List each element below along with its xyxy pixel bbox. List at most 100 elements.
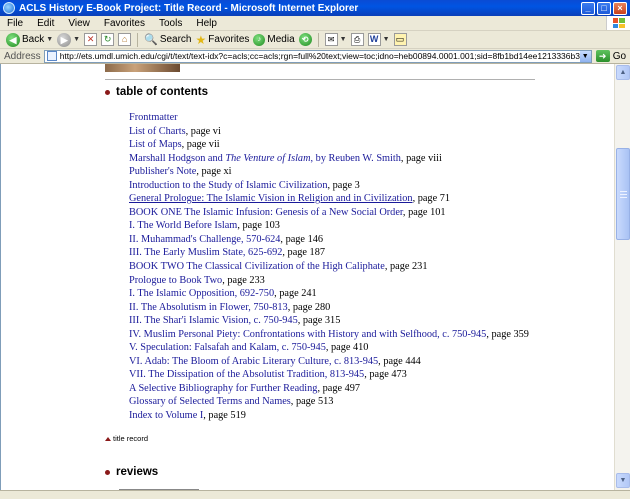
toc-heading-text: table of contents (116, 86, 209, 98)
go-button[interactable]: ➜ Go (595, 50, 626, 62)
scroll-thumb[interactable] (616, 148, 630, 240)
search-button[interactable]: 🔍 Search (144, 33, 191, 46)
toc-link[interactable]: Introduction to the Study of Islamic Civ… (129, 180, 327, 191)
toc-link[interactable]: II. Muhammad's Challenge, 570-624 (129, 234, 280, 245)
mail-button[interactable]: ✉ ▼ (324, 33, 347, 46)
edit-button[interactable]: W ▼ (367, 33, 390, 46)
menu-edit[interactable]: Edit (30, 18, 61, 29)
toc-link[interactable]: BOOK ONE The Islamic Infusion: Genesis o… (129, 207, 403, 218)
minimize-button[interactable]: _ (581, 1, 595, 15)
toc-item: Frontmatter (129, 111, 529, 125)
toc-item: BOOK TWO The Classical Civilization of t… (129, 260, 529, 274)
title-record-backlink[interactable]: title record (105, 434, 148, 443)
chevron-down-icon[interactable]: ▼ (73, 36, 80, 43)
toc-item: General Prologue: The Islamic Vision in … (129, 192, 529, 206)
toc-item: Glossary of Selected Terms and Names, pa… (129, 395, 529, 409)
print-icon[interactable]: ⎙ (350, 33, 364, 46)
refresh-icon[interactable]: ↻ (101, 33, 115, 46)
toc-item: V. Speculation: Falsafah and Kalam, c. 7… (129, 341, 529, 355)
toc-item: VI. Adab: The Bloom of Arabic Literary C… (129, 355, 529, 369)
toc-page-ref: , page 103 (237, 220, 280, 232)
toc-link[interactable]: III. The Early Muslim State, 625-692 (129, 247, 282, 258)
close-button[interactable]: × (613, 1, 627, 15)
menu-view[interactable]: View (61, 18, 97, 29)
toc-page-ref: , page 280 (287, 301, 331, 313)
menu-help[interactable]: Help (189, 18, 224, 29)
toc-page-ref: , page 233 (222, 274, 265, 286)
toc-item: Index to Volume I, page 519 (129, 409, 529, 423)
toc-page-ref: , page 187 (282, 247, 325, 259)
forward-arrow-icon: ▶ (57, 32, 72, 47)
maximize-button[interactable]: □ (597, 1, 611, 15)
toc-page-ref: , page 146 (280, 233, 324, 245)
toc-link[interactable]: BOOK TWO The Classical Civilization of t… (129, 261, 385, 272)
menu-file[interactable]: File (0, 18, 30, 29)
status-bar (0, 490, 630, 499)
stop-icon[interactable]: ✕ (84, 33, 98, 46)
windows-logo-icon (606, 16, 630, 30)
vertical-scrollbar[interactable]: ▲ ▼ (614, 64, 630, 490)
toc-item: Marshall Hodgson and The Venture of Isla… (129, 152, 529, 166)
toc-link[interactable]: Glossary of Selected Terms and Names (129, 396, 291, 407)
toc-link[interactable]: V. Speculation: Falsafah and Kalam, c. 7… (129, 342, 326, 353)
discuss-icon[interactable]: ▭ (393, 33, 407, 46)
menu-tools[interactable]: Tools (152, 18, 189, 29)
chevron-down-icon[interactable]: ▼ (579, 50, 591, 62)
back-button[interactable]: ◀ Back ▼ (6, 32, 53, 47)
chevron-down-icon[interactable]: ▼ (383, 36, 390, 43)
toc-link[interactable]: I. The Islamic Opposition, 692-750 (129, 288, 274, 299)
menu-favorites[interactable]: Favorites (97, 18, 152, 29)
toc-link[interactable]: VI. Adab: The Bloom of Arabic Literary C… (129, 356, 378, 367)
toc-link[interactable]: VII. The Dissipation of the Absolutist T… (129, 369, 364, 380)
toc-link[interactable]: General Prologue: The Islamic Vision in … (129, 193, 413, 204)
toc-link[interactable]: Index to Volume I (129, 410, 203, 421)
toc-page-ref: , page 3 (327, 179, 360, 191)
search-icon: 🔍 (144, 34, 158, 46)
scroll-up-button[interactable]: ▲ (616, 65, 630, 80)
toc-link[interactable]: Marshall Hodgson and The Venture of Isla… (129, 153, 401, 164)
toc-page-ref: , page xi (196, 166, 232, 178)
scroll-down-button[interactable]: ▼ (616, 473, 630, 488)
toc-link[interactable]: Frontmatter (129, 112, 178, 123)
address-input[interactable]: http://ets.umdl.umich.edu/cgi/t/text/tex… (43, 49, 592, 63)
home-icon[interactable]: ⌂ (118, 33, 132, 46)
address-label: Address (4, 50, 41, 62)
toc-heading: table of contents (105, 86, 208, 98)
toc-list: Frontmatter List of Charts, page vi List o… (129, 111, 529, 423)
toc-link[interactable]: Publisher's Note (129, 166, 196, 177)
address-url[interactable]: http://ets.umdl.umich.edu/cgi/t/text/tex… (60, 51, 580, 61)
bullet-icon (105, 89, 110, 95)
toc-item: I. The Islamic Opposition, 692-750, page… (129, 287, 529, 301)
forward-button[interactable]: ▶ ▼ (57, 32, 80, 47)
media-button[interactable]: ♪ Media (253, 33, 295, 46)
toc-item: Prologue to Book Two, page 233 (129, 274, 529, 288)
back-arrow-icon: ◀ (6, 32, 20, 47)
toc-page-ref: , page 473 (364, 369, 407, 381)
toc-link[interactable]: List of Maps (129, 139, 182, 150)
toc-item: I. The World Before Islam, page 103 (129, 219, 529, 233)
toc-item: List of Maps, page vii (129, 138, 529, 152)
toc-link[interactable]: IV. Muslim Personal Piety: Confrontation… (129, 329, 486, 340)
toc-link[interactable]: List of Charts (129, 126, 186, 137)
history-icon[interactable]: ⟲ (298, 33, 312, 46)
toc-item: List of Charts, page vi (129, 125, 529, 139)
toc-page-ref: , page 513 (290, 396, 334, 408)
grip-icon (620, 191, 627, 192)
page-icon (46, 51, 57, 61)
title-record-link[interactable]: title record (113, 434, 148, 443)
toc-link[interactable]: I. The World Before Islam (129, 220, 237, 231)
toc-item: IV. Muslim Personal Piety: Confrontation… (129, 328, 529, 342)
toc-link[interactable]: A Selective Bibliography for Further Rea… (129, 383, 317, 394)
toolbar-divider (137, 32, 139, 47)
favorites-button[interactable]: ★ Favorites (196, 33, 250, 47)
toc-item: II. Muhammad's Challenge, 570-624, page … (129, 233, 529, 247)
chevron-down-icon[interactable]: ▼ (46, 36, 53, 43)
grip-icon (620, 194, 627, 195)
chevron-down-icon[interactable]: ▼ (340, 36, 347, 43)
window-controls: _ □ × (581, 1, 627, 15)
toc-link[interactable]: III. The Shar'i Islamic Vision, c. 750-9… (129, 315, 298, 326)
toc-link[interactable]: II. The Absolutism in Flower, 750-813 (129, 302, 288, 313)
internet-explorer-icon (3, 2, 15, 14)
address-bar: Address http://ets.umdl.umich.edu/cgi/t/… (0, 49, 630, 64)
toc-link[interactable]: Prologue to Book Two (129, 275, 222, 286)
